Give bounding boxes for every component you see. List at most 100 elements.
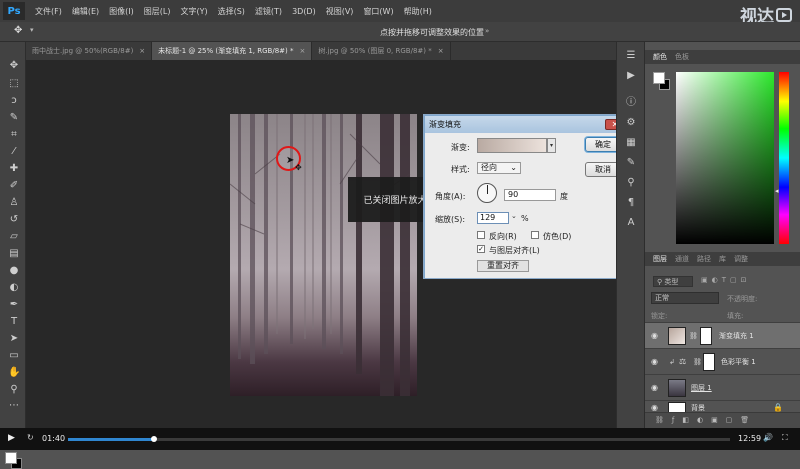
doc-tab[interactable]: 雨中战士.jpg @ 50%(RGB/8#) × (26, 42, 153, 60)
play-action-icon[interactable]: ▶ (625, 70, 637, 82)
foreground-color-swatch[interactable] (653, 72, 665, 84)
adjust-icon[interactable]: ⚙ (625, 117, 637, 129)
menu-select[interactable]: 选择(S) (218, 6, 245, 17)
filter-icons[interactable]: ▣◐T▢⊡ (701, 276, 750, 284)
eye-icon[interactable]: ◉ (651, 331, 658, 340)
chevron-down-icon[interactable]: ▾ (547, 138, 556, 153)
menu-layer[interactable]: 图层(L) (144, 6, 171, 17)
layer-thumbnail (668, 378, 686, 397)
move-icon[interactable]: ✥ (8, 60, 20, 72)
dialog-titlebar[interactable]: 渐变填充 ✕ (425, 116, 629, 133)
scale-label: 缩放(S): (435, 215, 466, 224)
blend-mode-select[interactable]: 正常 (651, 292, 719, 304)
info-icon[interactable]: ⓘ (625, 97, 637, 109)
hint-expand-icon[interactable]: » (485, 27, 489, 35)
tab-adjustments[interactable]: 调整 (734, 254, 748, 264)
right-panels: 颜色 色板 ◂ 图层 通道 路径 库 调整 ⚲ 类型 ▣◐T▢⊡ 正常 不透明度… (644, 42, 800, 428)
color-field[interactable] (676, 72, 774, 244)
scale-unit: % (521, 214, 529, 223)
fullscreen-icon[interactable]: ⛶ (782, 433, 788, 443)
history-brush-icon[interactable]: ↺ (8, 214, 20, 226)
layer-row[interactable]: ◉ ⛓ 渐变填充 1 (645, 322, 800, 348)
hue-marker-icon[interactable]: ◂ (775, 187, 779, 195)
gradient-picker[interactable] (477, 138, 547, 153)
eye-icon[interactable]: ◉ (651, 403, 658, 412)
layer-actions-icons[interactable]: ⛓ƒ◧◐▣▢🗑 (655, 416, 757, 424)
doc-tab-active[interactable]: 未标题-1 @ 25% (渐变填充 1, RGB/8#) * × (152, 42, 313, 60)
volume-icon[interactable]: 🔊 (763, 433, 773, 442)
style-select[interactable]: 径向 ⌄ (477, 162, 521, 174)
character-icon[interactable]: A (625, 217, 637, 229)
reset-align-button[interactable]: 重置对齐 (477, 260, 529, 272)
zoom-icon[interactable]: ⚲ (8, 384, 20, 396)
lock-icon: 🔒 (773, 403, 783, 412)
tab-paths[interactable]: 路径 (697, 254, 711, 264)
eyedropper-icon[interactable]: ⁄ (8, 146, 20, 158)
clone-stamp-icon[interactable]: ♙ (8, 197, 20, 209)
angle-dial[interactable] (477, 183, 497, 203)
gradient-icon[interactable]: ▤ (8, 248, 20, 260)
align-layer-checkbox[interactable]: ✓ (477, 245, 485, 253)
crop-icon[interactable]: ⌗ (8, 129, 20, 141)
close-icon[interactable]: × (139, 47, 145, 55)
more-tools-icon[interactable]: ⋯ (8, 400, 20, 412)
layer-kind-select[interactable]: ⚲ 类型 (653, 276, 693, 287)
layer-kind-value: 类型 (664, 278, 679, 286)
eraser-icon[interactable]: ▱ (8, 231, 20, 243)
menu-file[interactable]: 文件(F) (35, 6, 62, 17)
blur-icon[interactable]: ● (8, 265, 20, 277)
marquee-icon[interactable]: ⬚ (8, 78, 20, 90)
dither-checkbox[interactable] (531, 231, 539, 239)
hue-slider[interactable] (779, 72, 789, 244)
paragraph-icon[interactable]: ¶ (625, 197, 637, 209)
eye-icon[interactable]: ◉ (651, 357, 658, 366)
menu-help[interactable]: 帮助(H) (404, 6, 432, 17)
menu-edit[interactable]: 编辑(E) (72, 6, 99, 17)
move-tool-icon[interactable]: ✥ (14, 25, 22, 36)
forest-photo[interactable] (230, 114, 417, 396)
menu-window[interactable]: 窗口(W) (363, 6, 393, 17)
progress-knob[interactable] (151, 436, 158, 442)
doc-tab[interactable]: 树.jpg @ 50% (图层 0, RGB/8#) * × (312, 42, 451, 60)
history-icon[interactable]: ☰ (625, 50, 637, 62)
tab-swatches[interactable]: 色板 (675, 52, 689, 62)
layer-row[interactable]: ◉ 图层 1 (645, 374, 800, 400)
replay-icon[interactable]: ↻ (27, 433, 34, 442)
menu-view[interactable]: 视图(V) (326, 6, 354, 17)
brush-icon[interactable]: ✐ (8, 180, 20, 192)
close-icon[interactable]: × (299, 47, 305, 55)
scale-input[interactable]: 129 (477, 212, 509, 224)
foreground-color-swatch[interactable] (5, 452, 17, 464)
chevron-down-icon[interactable]: ▾ (30, 26, 34, 34)
tab-layers[interactable]: 图层 (653, 254, 667, 264)
pen-icon[interactable]: ✒ (8, 299, 20, 311)
reverse-label: 反向(R) (489, 232, 517, 241)
menu-image[interactable]: 图像(I) (109, 6, 134, 17)
reverse-checkbox[interactable] (477, 231, 485, 239)
menu-3d[interactable]: 3D(D) (292, 7, 316, 16)
path-selection-icon[interactable]: ➤ (8, 333, 20, 345)
close-icon[interactable]: × (438, 47, 444, 55)
hand-icon[interactable]: ✋ (8, 367, 20, 379)
lasso-icon[interactable]: ↄ (8, 95, 20, 107)
layer-name: 图层 1 (691, 383, 712, 392)
dodge-icon[interactable]: ◐ (8, 282, 20, 294)
menu-type[interactable]: 文字(Y) (180, 6, 207, 17)
brush-presets-icon[interactable]: ✎ (625, 157, 637, 169)
eye-icon[interactable]: ◉ (651, 383, 658, 392)
tab-channels[interactable]: 通道 (675, 254, 689, 264)
chevron-down-icon[interactable]: ⌄ (511, 212, 517, 220)
menu-filter[interactable]: 滤镜(T) (255, 6, 282, 17)
progress-track[interactable] (68, 436, 730, 442)
type-icon[interactable]: T (8, 316, 20, 328)
healing-brush-icon[interactable]: ✚ (8, 163, 20, 175)
tab-color[interactable]: 颜色 (653, 52, 667, 62)
clone-source-icon[interactable]: ⚲ (625, 177, 637, 189)
tab-libraries[interactable]: 库 (719, 254, 726, 264)
layer-row[interactable]: ◉ ↲ ⚖ ⛓ 色彩平衡 1 (645, 348, 800, 374)
play-icon[interactable]: ▶ (8, 433, 15, 443)
layers-comp-icon[interactable]: ▦ (625, 137, 637, 149)
angle-input[interactable]: 90 (504, 189, 556, 201)
magic-wand-icon[interactable]: ✎ (8, 112, 20, 124)
rectangle-icon[interactable]: ▭ (8, 350, 20, 362)
